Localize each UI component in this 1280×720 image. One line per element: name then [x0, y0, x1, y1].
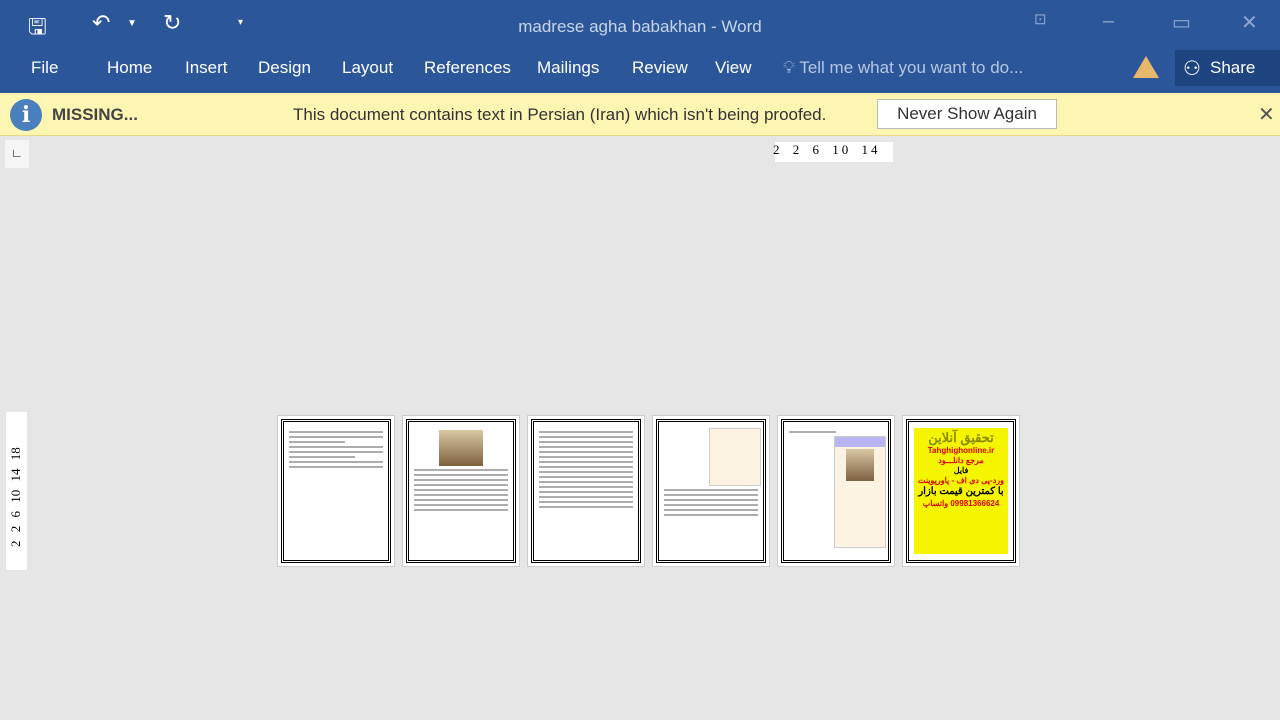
never-show-again-button[interactable]: Never Show Again: [877, 99, 1057, 129]
close-message-icon[interactable]: ✕: [1258, 102, 1275, 127]
ad-line4: با کمترین قیمت بازار: [918, 486, 1004, 498]
tab-mailings[interactable]: Mailings: [537, 58, 599, 78]
share-button[interactable]: ⚇ Share: [1175, 50, 1280, 86]
person-add-icon: ⚇: [1183, 58, 1201, 80]
tab-insert[interactable]: Insert: [185, 58, 228, 78]
page-thumbnail-2[interactable]: [402, 415, 520, 567]
ad-line5: 09981366624 واتساپ: [922, 498, 1000, 508]
title-bar: 🖫 ↶ ▼ ↻ ▾ madrese agha babakhan - Word ⊡…: [0, 0, 1280, 93]
vruler-labels: 2 2 6 10 14 18: [8, 447, 23, 547]
page-thumbnail-3[interactable]: [527, 415, 645, 567]
ribbon-display-icon[interactable]: ⊡: [1034, 10, 1047, 28]
ad-line2: فایل: [953, 466, 969, 476]
ad-banner: تحقیق آنلاین Tahghighonline.ir مرجع دانل…: [914, 428, 1008, 554]
tab-design[interactable]: Design: [258, 58, 311, 78]
vertical-ruler[interactable]: 2 2 6 10 14 18: [6, 412, 27, 570]
page-thumbnail-4[interactable]: [652, 415, 770, 567]
tab-view[interactable]: View: [715, 58, 752, 78]
warning-icon[interactable]: [1133, 56, 1159, 78]
tab-home[interactable]: Home: [107, 58, 152, 78]
lightbulb-icon: 💡︎: [783, 58, 795, 77]
message-label: MISSING...: [52, 105, 138, 124]
horizontal-ruler[interactable]: 2 2 6 10 14: [773, 142, 893, 162]
share-label: Share: [1210, 58, 1256, 77]
tab-layout[interactable]: Layout: [342, 58, 393, 78]
page-thumbnail-6[interactable]: تحقیق آنلاین Tahghighonline.ir مرجع دانل…: [902, 415, 1020, 567]
tab-file[interactable]: File: [31, 58, 58, 78]
ad-site: Tahghighonline.ir: [927, 446, 995, 456]
tab-selector[interactable]: ∟: [5, 140, 29, 168]
info-icon: i: [10, 99, 42, 131]
ad-line1: مرجع دانلـــود: [938, 456, 984, 466]
window-title: madrese agha babakhan - Word: [518, 17, 762, 36]
tab-review[interactable]: Review: [632, 58, 688, 78]
minimize-button[interactable]: –: [1103, 10, 1114, 33]
ad-title: تحقیق آنلاین: [928, 430, 994, 445]
maximize-button[interactable]: ▭: [1172, 10, 1191, 35]
ad-line3: ورد-پی دی اف - پاورپوینت: [918, 476, 1004, 486]
tell-me-text: Tell me what you want to do...: [799, 58, 1024, 77]
page-thumbnail-5[interactable]: [777, 415, 895, 567]
tell-me-search[interactable]: 💡︎ Tell me what you want to do...: [783, 58, 1023, 78]
mosque-image: [439, 430, 483, 466]
close-button[interactable]: ✕: [1241, 10, 1258, 35]
tab-references[interactable]: References: [424, 58, 511, 78]
hruler-labels: 2 2 6 10 14: [773, 142, 881, 157]
page-thumbnail-1[interactable]: [277, 415, 395, 567]
message-text: This document contains text in Persian (…: [293, 105, 827, 124]
message-bar: i MISSING... This document contains text…: [0, 93, 1280, 136]
